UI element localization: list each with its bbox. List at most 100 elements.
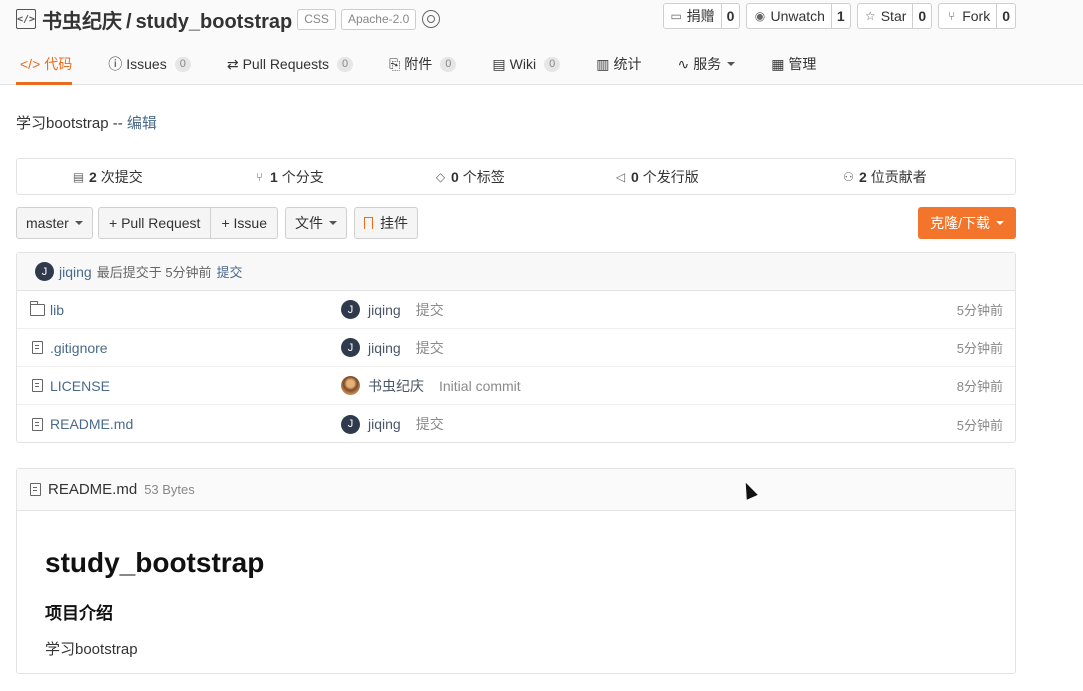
repo-owner-link[interactable]: 书虫纪庆 — [42, 11, 122, 33]
watch-count[interactable]: 1 — [832, 4, 850, 28]
edit-description-link[interactable]: 编辑 — [127, 115, 157, 132]
pulse-icon: ∿ — [677, 55, 690, 72]
tab-stats[interactable]: ▥ 统计 — [592, 44, 641, 84]
donate-count[interactable]: 0 — [722, 4, 740, 28]
commit-icon: ▤ — [72, 169, 85, 184]
fork-icon: ⑂ — [948, 9, 956, 23]
tab-services[interactable]: ∿ 服务 — [673, 44, 736, 84]
new-pull-request-button[interactable]: + Pull Request — [99, 208, 210, 238]
commit-time: 5分钟前 — [956, 303, 1003, 318]
commit-time: 5分钟前 — [956, 341, 1003, 356]
star-count[interactable]: 0 — [913, 4, 931, 28]
code-icon: </> — [20, 56, 41, 72]
bookmark-icon — [364, 217, 373, 229]
stat-contributors[interactable]: ⚇ 2 位贡献者 — [842, 159, 927, 194]
tab-attachments[interactable]: ⎘ 附件 0 — [385, 44, 457, 84]
readme-size: 53 Bytes — [144, 482, 195, 497]
repo-title: </> 书虫纪庆 / study_bootstrap CSS Apache-2.0 — [16, 5, 441, 34]
file-name-link[interactable]: lib — [30, 300, 64, 318]
table-row: .gitignore Jjiqing 提交 5分钟前 — [17, 329, 1015, 367]
tab-manage[interactable]: ▦ 管理 — [767, 44, 816, 84]
commit-message-link[interactable]: Initial commit — [439, 378, 521, 394]
table-row: LICENSE 书虫纪庆 Initial commit 8分钟前 — [17, 367, 1015, 405]
commit-message-link[interactable]: 提交 — [416, 300, 444, 320]
new-issue-button[interactable]: + Issue — [210, 208, 277, 238]
fork-button[interactable]: ⑂ Fork 0 — [938, 3, 1016, 29]
avatar[interactable]: J — [341, 338, 360, 357]
stat-branches[interactable]: ⑂ 1 个分支 — [253, 159, 324, 194]
star-button[interactable]: ☆ Star 0 — [856, 3, 933, 29]
bar-chart-icon: ▥ — [596, 55, 610, 72]
branch-icon: ⑂ — [255, 169, 264, 184]
commit-time: 8分钟前 — [956, 379, 1003, 394]
avatar[interactable]: J — [341, 300, 360, 319]
attachments-count-badge: 0 — [440, 56, 457, 72]
contributors-icon: ⚇ — [843, 169, 854, 184]
chevron-down-icon — [727, 62, 736, 66]
commit-author-link[interactable]: jiqing — [368, 302, 401, 318]
avatar[interactable]: J — [35, 262, 54, 281]
last-commit-bar: J jiqing 最后提交于 5分钟前 提交 — [17, 253, 1015, 291]
table-row: lib Jjiqing 提交 5分钟前 — [17, 291, 1015, 329]
book-icon: ▤ — [492, 55, 506, 72]
tab-issues[interactable]: ⓘ Issues 0 — [104, 44, 191, 84]
pr-count-badge: 0 — [336, 56, 354, 72]
file-menu-button[interactable]: 文件 — [285, 207, 347, 239]
widget-button[interactable]: 挂件 — [354, 207, 418, 239]
unwatch-button[interactable]: ◉ Unwatch 1 — [746, 3, 851, 29]
repo-name-link[interactable]: study_bootstrap — [136, 11, 293, 33]
file-icon — [32, 417, 43, 431]
avatar[interactable] — [341, 376, 360, 395]
readme-panel: README.md 53 Bytes study_bootstrap 项目介绍 … — [16, 468, 1016, 674]
stat-commits[interactable]: ▤ 2 次提交 — [72, 159, 143, 194]
table-row: README.md Jjiqing 提交 5分钟前 — [17, 405, 1015, 443]
commit-author-link[interactable]: jiqing — [368, 340, 401, 356]
readme-header: README.md 53 Bytes — [17, 469, 1015, 511]
file-list: J jiqing 最后提交于 5分钟前 提交 lib Jjiqing 提交 5分钟… — [16, 252, 1016, 443]
commit-author-link[interactable]: 书虫纪庆 — [368, 376, 424, 396]
stat-tags[interactable]: ◇ 0 个标签 — [434, 159, 505, 194]
readme-paragraph: 学习bootstrap — [45, 641, 138, 658]
file-name-link[interactable]: .gitignore — [30, 340, 108, 356]
wiki-count-badge: 0 — [544, 56, 561, 72]
repo-header: </> 书虫纪庆 / study_bootstrap CSS Apache-2.0 … — [0, 0, 1083, 85]
chevron-down-icon — [996, 221, 1004, 225]
chevron-down-icon — [74, 221, 83, 225]
commit-message-link[interactable]: 提交 — [217, 262, 243, 281]
tab-code[interactable]: </> 代码 — [16, 44, 73, 85]
clone-download-button[interactable]: 克隆/下载 — [918, 207, 1016, 239]
settings-doc-icon: ▦ — [771, 55, 785, 72]
create-button-group: + Pull Request + Issue — [98, 207, 278, 239]
language-tag[interactable]: CSS — [297, 8, 336, 30]
tab-pull-requests[interactable]: ⇄ Pull Requests 0 — [223, 44, 354, 84]
file-name-link[interactable]: LICENSE — [30, 378, 110, 394]
tab-wiki[interactable]: ▤ Wiki 0 — [488, 44, 561, 84]
fork-label: Fork — [962, 8, 991, 24]
repo-actions: ▭ 捐赠 0 ◉ Unwatch 1 ☆ Star 0 ⑂ Fork 0 — [662, 3, 1016, 29]
avatar[interactable]: J — [341, 414, 360, 434]
eye-icon: ◉ — [754, 9, 766, 23]
file-icon — [32, 341, 43, 354]
stat-releases[interactable]: ◁ 0 个发行版 — [614, 159, 699, 194]
branch-select-button[interactable]: master — [16, 207, 93, 239]
file-icon — [32, 379, 43, 392]
pull-request-icon: ⇄ — [226, 55, 239, 72]
file-name-link[interactable]: README.md — [30, 416, 133, 432]
chevron-down-icon — [329, 221, 337, 225]
license-tag[interactable]: Apache-2.0 — [340, 8, 417, 30]
commit-message-link[interactable]: 提交 — [416, 414, 444, 434]
paperclip-icon: ⎘ — [389, 55, 401, 72]
commit-author-link[interactable]: jiqing — [368, 416, 401, 432]
release-icon: ◁ — [615, 169, 626, 184]
fork-count[interactable]: 0 — [997, 4, 1015, 28]
commit-author-link[interactable]: jiqing — [59, 264, 92, 280]
award-icon[interactable] — [422, 10, 441, 28]
readme-section-heading: 项目介绍 — [45, 604, 113, 623]
readme-content: study_bootstrap 项目介绍 学习bootstrap — [17, 511, 1015, 659]
commit-message-link[interactable]: 提交 — [416, 338, 444, 358]
donate-button[interactable]: ▭ 捐赠 0 — [662, 3, 741, 29]
issues-count-badge: 0 — [174, 56, 191, 72]
tag-icon: ◇ — [435, 169, 446, 184]
readme-filename: README.md — [48, 481, 138, 498]
repo-full-name: 书虫纪庆 / study_bootstrap — [42, 5, 292, 34]
